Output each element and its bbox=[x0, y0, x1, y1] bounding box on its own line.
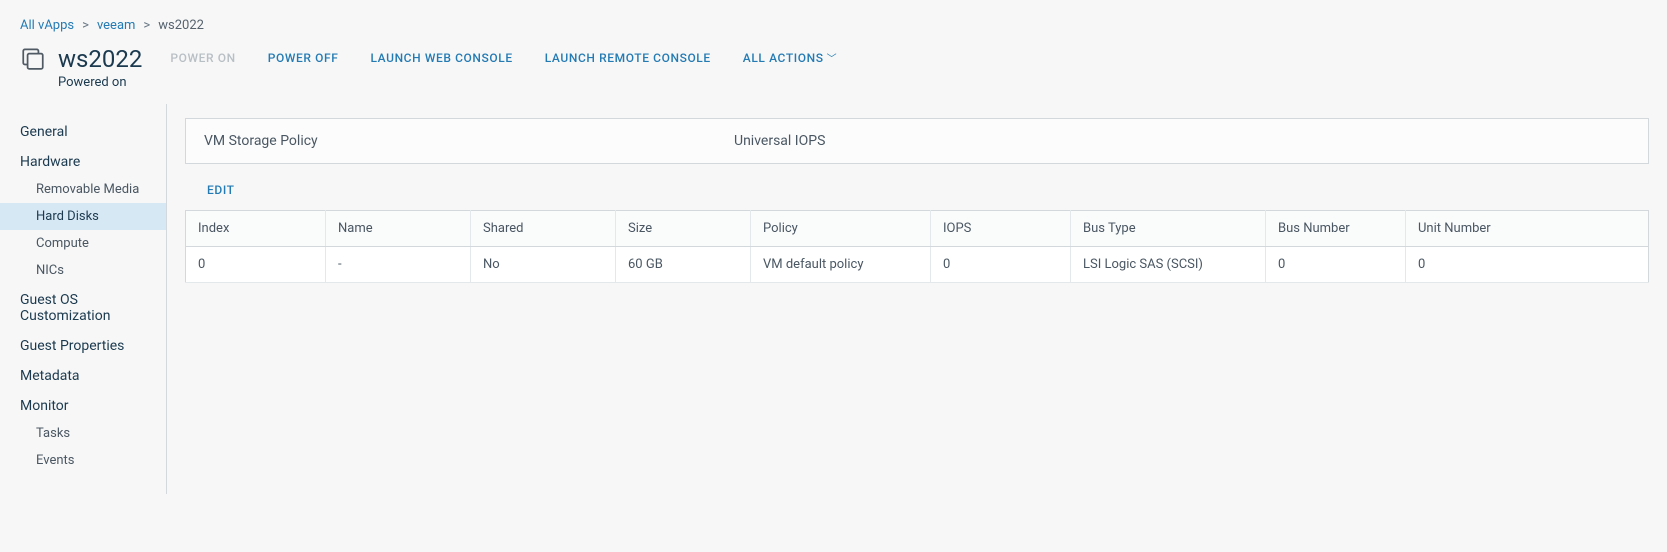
breadcrumb-separator-icon: > bbox=[82, 18, 89, 33]
breadcrumb-separator-icon: > bbox=[143, 18, 150, 33]
sidebar-item-events[interactable]: Events bbox=[0, 447, 166, 474]
breadcrumb-all-vapps[interactable]: All vApps bbox=[20, 18, 74, 33]
power-on-button: POWER ON bbox=[170, 51, 235, 65]
cell-index: 0 bbox=[186, 247, 326, 283]
all-actions-button[interactable]: ALL ACTIONS﹀ bbox=[743, 50, 837, 65]
sidebar-item-guest-os[interactable]: Guest OS Customization bbox=[0, 284, 166, 330]
vm-storage-policy-bar: VM Storage Policy Universal IOPS bbox=[185, 118, 1649, 164]
policy-label: VM Storage Policy bbox=[204, 133, 734, 149]
main-layout: General Hardware Removable Media Hard Di… bbox=[0, 104, 1667, 494]
page-header: ws2022 Powered on POWER ON POWER OFF LAU… bbox=[0, 45, 1667, 104]
power-status: Powered on bbox=[58, 75, 142, 90]
cell-name: - bbox=[326, 247, 471, 283]
launch-web-console-button[interactable]: LAUNCH WEB CONSOLE bbox=[370, 51, 512, 65]
table-row[interactable]: 0 - No 60 GB VM default policy 0 LSI Log… bbox=[186, 247, 1649, 283]
th-index[interactable]: Index bbox=[186, 211, 326, 247]
sidebar-item-removable-media[interactable]: Removable Media bbox=[0, 176, 166, 203]
policy-value: Universal IOPS bbox=[734, 133, 825, 149]
th-iops[interactable]: IOPS bbox=[931, 211, 1071, 247]
sidebar-item-guest-properties[interactable]: Guest Properties bbox=[0, 330, 166, 360]
launch-remote-console-button[interactable]: LAUNCH REMOTE CONSOLE bbox=[545, 51, 711, 65]
th-size[interactable]: Size bbox=[616, 211, 751, 247]
breadcrumb-current: ws2022 bbox=[158, 18, 204, 33]
th-bus-number[interactable]: Bus Number bbox=[1266, 211, 1406, 247]
cell-iops: 0 bbox=[931, 247, 1071, 283]
sidebar: General Hardware Removable Media Hard Di… bbox=[0, 104, 167, 494]
hard-disks-table: Index Name Shared Size Policy IOPS Bus T… bbox=[185, 210, 1649, 283]
sidebar-item-general[interactable]: General bbox=[0, 116, 166, 146]
cell-shared: No bbox=[471, 247, 616, 283]
cell-size: 60 GB bbox=[616, 247, 751, 283]
cell-bus-number: 0 bbox=[1266, 247, 1406, 283]
content: VM Storage Policy Universal IOPS EDIT In… bbox=[167, 104, 1667, 494]
vm-icon bbox=[20, 45, 46, 75]
cell-policy: VM default policy bbox=[751, 247, 931, 283]
sidebar-section-hardware[interactable]: Hardware bbox=[0, 146, 166, 176]
cell-bus-type: LSI Logic SAS (SCSI) bbox=[1071, 247, 1266, 283]
sidebar-item-hard-disks[interactable]: Hard Disks bbox=[0, 203, 166, 230]
th-name[interactable]: Name bbox=[326, 211, 471, 247]
power-off-button[interactable]: POWER OFF bbox=[268, 51, 339, 65]
th-bus-type[interactable]: Bus Type bbox=[1071, 211, 1266, 247]
table-header-row: Index Name Shared Size Policy IOPS Bus T… bbox=[186, 211, 1649, 247]
sidebar-item-nics[interactable]: NICs bbox=[0, 257, 166, 284]
th-policy[interactable]: Policy bbox=[751, 211, 931, 247]
page-title: ws2022 bbox=[58, 45, 142, 73]
th-unit-number[interactable]: Unit Number bbox=[1406, 211, 1649, 247]
chevron-down-icon: ﹀ bbox=[827, 54, 838, 65]
sidebar-item-compute[interactable]: Compute bbox=[0, 230, 166, 257]
edit-button[interactable]: EDIT bbox=[207, 183, 235, 197]
all-actions-label: ALL ACTIONS bbox=[743, 51, 824, 65]
th-shared[interactable]: Shared bbox=[471, 211, 616, 247]
breadcrumb-veeam[interactable]: veeam bbox=[97, 18, 135, 33]
sidebar-item-tasks[interactable]: Tasks bbox=[0, 420, 166, 447]
cell-unit-number: 0 bbox=[1406, 247, 1649, 283]
action-bar: POWER ON POWER OFF LAUNCH WEB CONSOLE LA… bbox=[170, 45, 837, 65]
sidebar-section-monitor[interactable]: Monitor bbox=[0, 390, 166, 420]
breadcrumb: All vApps > veeam > ws2022 bbox=[0, 0, 1667, 45]
sidebar-item-metadata[interactable]: Metadata bbox=[0, 360, 166, 390]
